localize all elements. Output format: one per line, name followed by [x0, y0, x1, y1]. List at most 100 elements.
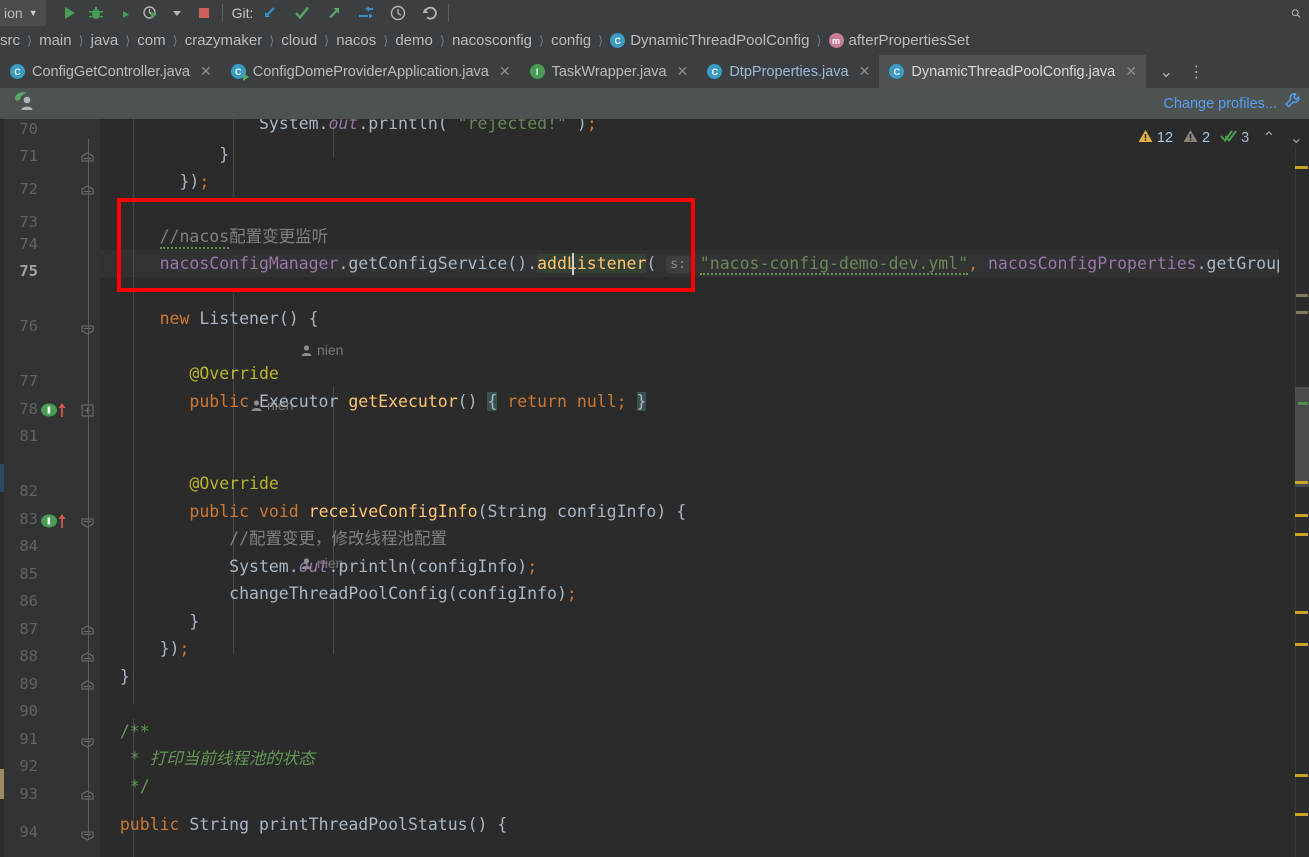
code-line-92: * 打印当前线程池的状态: [129, 749, 315, 768]
weak-warning-count: 2: [1202, 130, 1211, 146]
line-number: 81: [19, 427, 38, 445]
breadcrumb-item-java[interactable]: java: [91, 32, 119, 49]
git-history-icon[interactable]: [389, 4, 407, 22]
profiler-icon[interactable]: [141, 4, 159, 22]
tab-DynamicThreadPoolConfig[interactable]: C DynamicThreadPoolConfig.java ✕: [879, 55, 1146, 88]
close-icon[interactable]: ✕: [859, 63, 871, 80]
java-interface-icon: I: [529, 64, 545, 79]
breadcrumb-item-method[interactable]: m afterPropertiesSet: [828, 32, 969, 49]
git-update-arrow-icon[interactable]: [357, 4, 375, 22]
code-line-76: new Listener() {: [159, 309, 319, 328]
breadcrumb-item-nacosconfig[interactable]: nacosconfig: [452, 32, 532, 49]
breadcrumb-item-class[interactable]: C DynamicThreadPoolConfig: [610, 32, 809, 49]
git-commit-icon[interactable]: [293, 4, 311, 22]
line-number-current: 75: [19, 262, 38, 280]
wrench-icon[interactable]: [1283, 92, 1301, 115]
error-stripe-scrollbar[interactable]: [1279, 119, 1309, 857]
breadcrumb-item-demo[interactable]: demo: [395, 32, 433, 49]
breadcrumb-separator: ⟩: [816, 32, 822, 48]
code-line-86: changeThreadPoolConfig(configInfo);: [229, 584, 577, 603]
close-icon[interactable]: ✕: [677, 63, 689, 80]
breadcrumb-separator: ⟩: [439, 32, 445, 48]
close-icon[interactable]: ✕: [200, 63, 212, 80]
close-icon[interactable]: ✕: [499, 63, 511, 80]
stripe-warning-mark[interactable]: [1295, 643, 1308, 646]
line-number: 73: [19, 213, 38, 231]
breadcrumb-separator: ⟩: [324, 32, 330, 48]
warning-icon: [1138, 129, 1153, 147]
breadcrumb-item-crazymaker[interactable]: crazymaker: [185, 32, 263, 49]
git-push-icon[interactable]: [325, 4, 343, 22]
git-rollback-icon[interactable]: [421, 4, 439, 22]
stripe-warning-mark[interactable]: [1295, 481, 1308, 484]
stripe-warning-mark[interactable]: [1295, 611, 1308, 614]
code-line-88: });: [100, 639, 190, 658]
toolbar-actions: [46, 4, 213, 22]
debug-icon[interactable]: [87, 4, 105, 22]
prev-problem-icon[interactable]: ⌃: [1262, 128, 1275, 148]
line-number: 85: [19, 565, 38, 583]
breadcrumb-item-config[interactable]: config: [551, 32, 591, 49]
code-editor[interactable]: 70 71 72 73 74 75 76 77 78 81 82 83 84 8…: [0, 119, 1309, 857]
warning-count: 12: [1156, 130, 1174, 146]
breadcrumb-separator: ⟩: [383, 32, 389, 48]
tab-DtpProperties[interactable]: C DtpProperties.java ✕: [697, 55, 879, 88]
stripe-ok-mark[interactable]: [1298, 402, 1308, 405]
tab-menu-icon[interactable]: ⋮: [1182, 62, 1210, 82]
inspection-widget[interactable]: 12 2 3 ⌃ ⌄: [1138, 128, 1303, 148]
stripe-warning-mark[interactable]: [1295, 813, 1308, 816]
code-vision-author[interactable]: nien: [300, 342, 343, 358]
code-line-91: /**: [119, 722, 150, 741]
stripe-weak-warning-mark[interactable]: [1296, 294, 1308, 297]
stop-icon[interactable]: [195, 4, 213, 22]
run-with-coverage-icon[interactable]: [114, 4, 132, 22]
breadcrumb-item-main[interactable]: main: [39, 32, 72, 49]
breadcrumb-separator: ⟩: [27, 32, 33, 48]
tab-TaskWrapper[interactable]: I TaskWrapper.java ✕: [520, 55, 698, 88]
git-actions: [257, 4, 439, 22]
run-icon[interactable]: [60, 4, 78, 22]
java-class-icon: C: [10, 64, 25, 79]
toolbar-divider-2: [448, 4, 450, 22]
implementing-method-icon[interactable]: [41, 513, 69, 529]
line-number: 94: [19, 823, 38, 841]
tab-ConfigDomeProviderApplication[interactable]: C ConfigDomeProviderApplication.java ✕: [221, 55, 520, 88]
line-number: 72: [19, 180, 38, 198]
stripe-warning-mark[interactable]: [1295, 514, 1308, 517]
stripe-warning-mark[interactable]: [1295, 774, 1308, 777]
stripe-warning-mark[interactable]: [1295, 166, 1308, 169]
inspection-ok-icon: [1220, 129, 1237, 147]
stripe-weak-warning-mark[interactable]: [1296, 311, 1308, 314]
dropdown-caret-icon[interactable]: [168, 4, 186, 22]
line-number: 90: [19, 702, 38, 720]
breadcrumb-item-cloud[interactable]: cloud: [281, 32, 317, 49]
breadcrumb-item-src[interactable]: src: [0, 32, 20, 49]
tab-ConfigGetController[interactable]: C ConfigGetController.java ✕: [0, 55, 221, 88]
code-line-84: //配置变更，修改线程池配置: [229, 529, 448, 548]
code-line-87: }: [100, 612, 200, 631]
line-number: 84: [19, 537, 38, 555]
chevron-down-icon: ▼: [28, 8, 38, 18]
code-line-72: });: [100, 172, 210, 191]
code-line-85: System.out.println(configInfo);: [229, 557, 538, 576]
run-configuration-selector[interactable]: ion ▼: [0, 0, 46, 26]
next-problem-icon[interactable]: ⌄: [1290, 128, 1303, 148]
close-icon[interactable]: ✕: [1125, 63, 1137, 80]
line-number: 76: [19, 317, 38, 335]
git-update-icon[interactable]: [261, 4, 279, 22]
breadcrumb-item-nacos[interactable]: nacos: [336, 32, 376, 49]
search-everywhere-icon[interactable]: [1291, 4, 1309, 22]
run-configuration-label: ion: [4, 5, 23, 21]
breadcrumb-label: cloud: [281, 32, 318, 49]
weak-warning-icon: [1183, 129, 1198, 147]
breadcrumb-item-com[interactable]: com: [137, 32, 165, 49]
chevron-down-icon[interactable]: ⌄: [1152, 62, 1180, 82]
tab-label: ConfigGetController.java: [32, 63, 190, 80]
code-content[interactable]: System.out.println( "rejected!" ); } });…: [100, 119, 1279, 857]
stripe-warning-mark[interactable]: [1295, 533, 1308, 536]
implementing-method-icon[interactable]: [41, 402, 69, 418]
change-profiles-link[interactable]: Change profiles...: [1163, 96, 1277, 112]
fold-region-line: [87, 139, 89, 429]
editor-gutter[interactable]: 70 71 72 73 74 75 76 77 78 81 82 83 84 8…: [4, 119, 122, 857]
line-number: 82: [19, 482, 38, 500]
